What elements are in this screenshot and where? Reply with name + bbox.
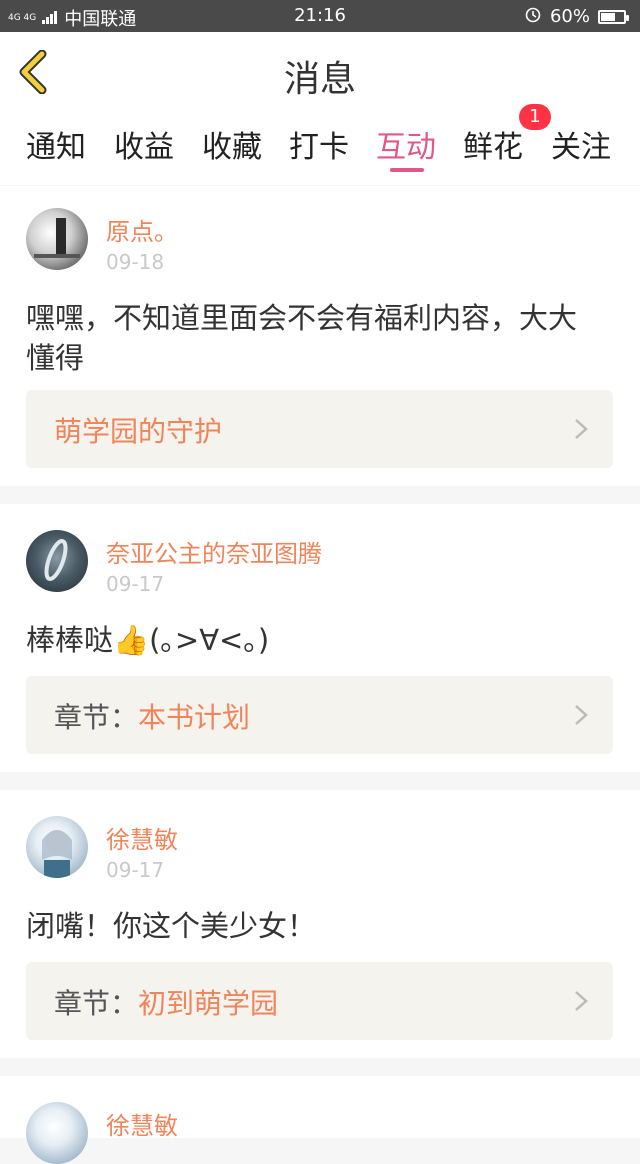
message-content: 棒棒哒👍(｡>∀<｡) [26, 623, 270, 657]
username[interactable]: 徐慧敏 [106, 820, 178, 855]
reference-label: 萌学园的守护 [54, 410, 222, 450]
tab-notifications[interactable]: 通知 [26, 122, 86, 166]
tab-interactions[interactable]: 互动 [376, 122, 436, 166]
message-date: 09-18 [106, 250, 165, 274]
status-bar: 4G 4G 中国联通 21:16 60% [0, 0, 640, 32]
reference-title: 萌学园的守护 [54, 415, 223, 448]
tab-earnings[interactable]: 收益 [114, 122, 174, 166]
tab-following[interactable]: 关注 [551, 122, 611, 166]
reference-prefix: 章节： [54, 987, 139, 1020]
reference-link[interactable]: 萌学园的守护 [26, 390, 613, 468]
reference-link[interactable]: 章节：本书计划 [26, 676, 613, 754]
header-bar: 消息 [0, 32, 640, 111]
active-tab-indicator [390, 168, 424, 172]
message-card: 奈亚公主的奈亚图腾 09-17 棒棒哒👍(｡>∀<｡) 章节：本书计划 [0, 504, 640, 772]
tab-flowers-label: 鲜花 [463, 130, 523, 165]
message-card: 徐慧敏 09-17 闭嘴！你这个美少女！ 章节：初到萌学园 [0, 790, 640, 1058]
message-content: 嘿嘿，不知道里面会不会有福利内容，大大懂得 [26, 301, 578, 375]
tab-bar: 通知 收益 收藏 打卡 互动 鲜花 1 关注 [0, 104, 640, 185]
reference-label: 章节：初到萌学园 [54, 982, 278, 1022]
page-title: 消息 [283, 59, 356, 100]
message-content: 闭嘴！你这个美少女！ [26, 909, 317, 943]
message-date: 09-17 [106, 572, 165, 596]
reference-label: 章节：本书计划 [54, 696, 250, 736]
username[interactable]: 奈亚公主的奈亚图腾 [106, 534, 322, 569]
tab-favorites[interactable]: 收藏 [202, 122, 262, 166]
username[interactable]: 徐慧敏 [106, 1106, 178, 1141]
notification-badge: 1 [519, 104, 551, 130]
avatar[interactable] [26, 816, 88, 878]
reference-link[interactable]: 章节：初到萌学园 [26, 962, 613, 1040]
battery-percent: 60% [549, 6, 590, 27]
tab-checkin[interactable]: 打卡 [289, 122, 349, 166]
chevron-right-icon [575, 705, 588, 725]
battery-icon [598, 9, 629, 24]
reference-title: 初到萌学园 [138, 987, 279, 1020]
avatar[interactable] [26, 1102, 88, 1164]
alarm-icon [524, 5, 542, 28]
username[interactable]: 原点。 [106, 212, 178, 247]
reference-prefix: 章节： [54, 701, 139, 734]
message-card: 原点。 09-18 嘿嘿，不知道里面会不会有福利内容，大大懂得 萌学园的守护 [0, 186, 640, 486]
chevron-right-icon [575, 991, 588, 1011]
reference-title: 本书计划 [138, 701, 251, 734]
avatar[interactable] [26, 208, 88, 270]
message-date: 09-17 [106, 858, 165, 882]
avatar[interactable] [26, 530, 88, 592]
message-card: 徐慧敏 [0, 1076, 640, 1164]
tab-flowers[interactable]: 鲜花 1 [463, 104, 551, 166]
chevron-right-icon [575, 419, 588, 439]
